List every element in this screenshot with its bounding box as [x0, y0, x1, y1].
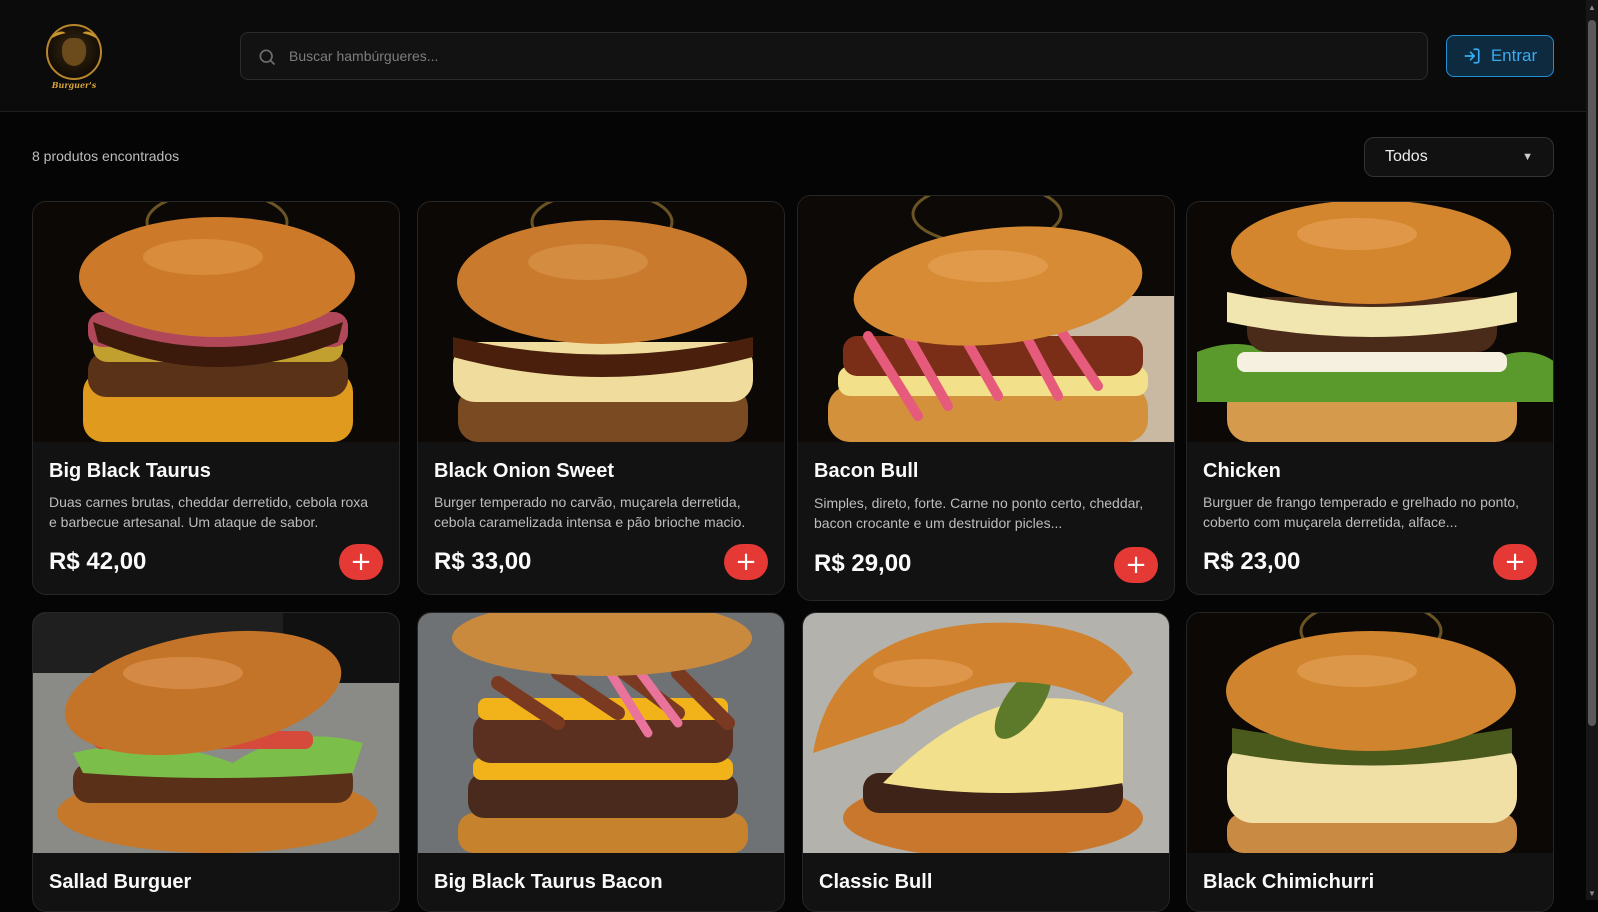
product-image	[418, 202, 784, 442]
login-button[interactable]: Entrar	[1446, 35, 1554, 77]
product-description: Duas carnes brutas, cheddar derretido, c…	[49, 494, 369, 530]
chevron-down-icon: ▼	[1522, 151, 1533, 163]
product-name: Chicken	[1203, 460, 1281, 482]
results-count: 8 produtos encontrados	[32, 148, 180, 164]
product-name: Black Chimichurri	[1203, 871, 1375, 893]
product-card[interactable]: Black Chimichurri	[1186, 612, 1554, 912]
product-description: Burger temperado no carvão, muçarela der…	[434, 494, 746, 530]
scroll-thumb[interactable]	[1588, 20, 1596, 726]
product-price: R$ 42,00	[49, 548, 147, 575]
product-image	[803, 613, 1169, 853]
search-bar[interactable]	[240, 32, 1428, 80]
add-to-cart-button[interactable]: +	[1493, 544, 1537, 580]
product-card[interactable]: Black Onion Sweet Burger temperado no ca…	[417, 201, 785, 595]
product-card[interactable]: Bacon Bull Simples, direto, forte. Carne…	[797, 195, 1175, 601]
product-image	[1187, 202, 1553, 442]
product-image	[33, 202, 399, 442]
product-price: R$ 33,00	[434, 548, 532, 575]
product-image	[798, 196, 1174, 442]
logo-text: Burguer's	[51, 80, 97, 90]
product-name: Big Black Taurus Bacon	[434, 871, 663, 893]
login-icon	[1464, 48, 1480, 64]
product-card[interactable]: Chicken Burguer de frango temperado e gr…	[1186, 201, 1554, 595]
product-description: Burguer de frango temperado e grelhado n…	[1203, 494, 1520, 530]
add-to-cart-button[interactable]: +	[339, 544, 383, 580]
product-description: Simples, direto, forte. Carne no ponto c…	[814, 495, 1144, 531]
login-label: Entrar	[1490, 46, 1538, 65]
scroll-up-icon[interactable]: ▲	[1588, 3, 1596, 12]
plus-icon: +	[350, 547, 372, 577]
product-price: R$ 23,00	[1203, 548, 1301, 575]
site-header: Burguer's Entrar	[0, 0, 1586, 112]
plus-icon: +	[1504, 547, 1526, 577]
product-name: Big Black Taurus	[49, 460, 211, 482]
product-name: Black Onion Sweet	[434, 460, 615, 482]
product-card[interactable]: Big Black Taurus Duas carnes brutas, che…	[32, 201, 400, 595]
product-image	[33, 613, 399, 853]
product-card[interactable]: Classic Bull	[802, 612, 1170, 912]
search-icon	[259, 49, 276, 66]
brand-logo[interactable]: Burguer's	[40, 22, 108, 92]
add-to-cart-button[interactable]: +	[724, 544, 768, 580]
product-image	[1187, 613, 1553, 853]
page-scrollbar[interactable]: ▲ ▼	[1586, 0, 1598, 900]
product-image	[418, 613, 784, 853]
scroll-down-icon[interactable]: ▼	[1588, 889, 1596, 898]
category-filter-select[interactable]: Todos ▼	[1364, 137, 1554, 177]
plus-icon: +	[1125, 550, 1147, 580]
product-name: Classic Bull	[819, 871, 933, 893]
search-input[interactable]	[289, 33, 1409, 79]
product-card[interactable]: Big Black Taurus Bacon	[417, 612, 785, 912]
bull-icon	[62, 38, 86, 66]
product-name: Sallad Burguer	[49, 871, 192, 893]
filter-selected-value: Todos	[1385, 148, 1428, 165]
add-to-cart-button[interactable]: +	[1114, 547, 1158, 583]
product-price: R$ 29,00	[814, 550, 912, 577]
plus-icon: +	[735, 547, 757, 577]
product-card[interactable]: Sallad Burguer	[32, 612, 400, 912]
product-name: Bacon Bull	[814, 460, 919, 482]
